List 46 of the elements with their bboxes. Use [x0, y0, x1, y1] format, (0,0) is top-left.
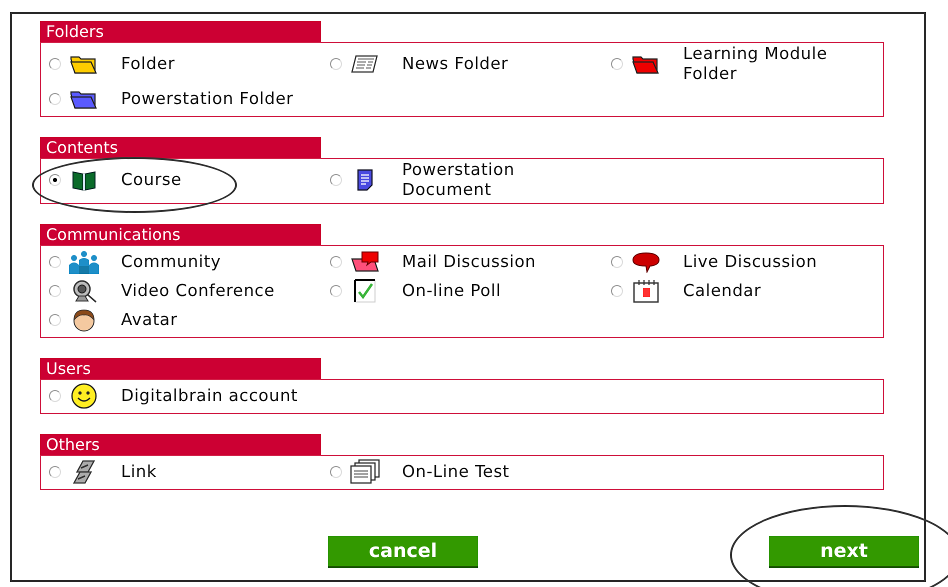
option-label: On-line Poll	[402, 280, 502, 300]
radio-button[interactable]	[49, 390, 61, 402]
section-header: Folders	[40, 21, 321, 42]
option-label: Avatar	[121, 310, 178, 330]
radio-button[interactable]	[49, 314, 61, 326]
radio-button[interactable]	[49, 92, 61, 104]
option-label: Mail Discussion	[402, 252, 536, 272]
section-header: Users	[40, 358, 321, 379]
radio-button[interactable]	[330, 284, 342, 296]
radio-button[interactable]	[49, 466, 61, 478]
option-label: Link	[121, 462, 157, 482]
radio-button[interactable]	[611, 58, 623, 70]
option-label: Video Conference	[121, 280, 275, 300]
option-label: News Folder	[402, 54, 508, 74]
option-label: Course	[121, 170, 182, 190]
next-button[interactable]: next	[769, 536, 919, 568]
radio-button[interactable]	[330, 256, 342, 268]
stacked-pages-icon	[348, 458, 382, 484]
radio-button[interactable]	[330, 174, 342, 186]
smiley-icon	[69, 382, 99, 408]
radio-button[interactable]	[49, 174, 61, 186]
people-icon	[67, 250, 101, 274]
chat-folder-icon	[350, 250, 380, 272]
option-label: Powerstation Folder	[121, 88, 294, 108]
option-label: Live Discussion	[683, 252, 818, 272]
section-header: Others	[40, 434, 321, 455]
calendar-icon	[631, 278, 661, 302]
option-label: Community	[121, 252, 221, 272]
option-label: Digitalbrain account	[121, 386, 298, 406]
option-label: Learning Module Folder	[683, 44, 828, 84]
radio-button[interactable]	[49, 58, 61, 70]
radio-button[interactable]	[49, 256, 61, 268]
cancel-button[interactable]: cancel	[328, 536, 478, 568]
radio-button[interactable]	[330, 466, 342, 478]
radio-button[interactable]	[611, 284, 623, 296]
section-header: Contents	[40, 137, 321, 158]
option-label: Powerstation Document	[402, 160, 516, 200]
section-header: Communications	[40, 224, 321, 245]
option-label: Calendar	[683, 280, 762, 300]
speech-bubble-icon	[631, 250, 661, 272]
option-label: On-Line Test	[402, 462, 510, 482]
radio-button[interactable]	[611, 256, 623, 268]
option-label: Folder	[121, 54, 175, 74]
radio-button[interactable]	[330, 58, 342, 70]
newspaper-icon	[350, 53, 380, 75]
radio-button[interactable]	[49, 284, 61, 296]
